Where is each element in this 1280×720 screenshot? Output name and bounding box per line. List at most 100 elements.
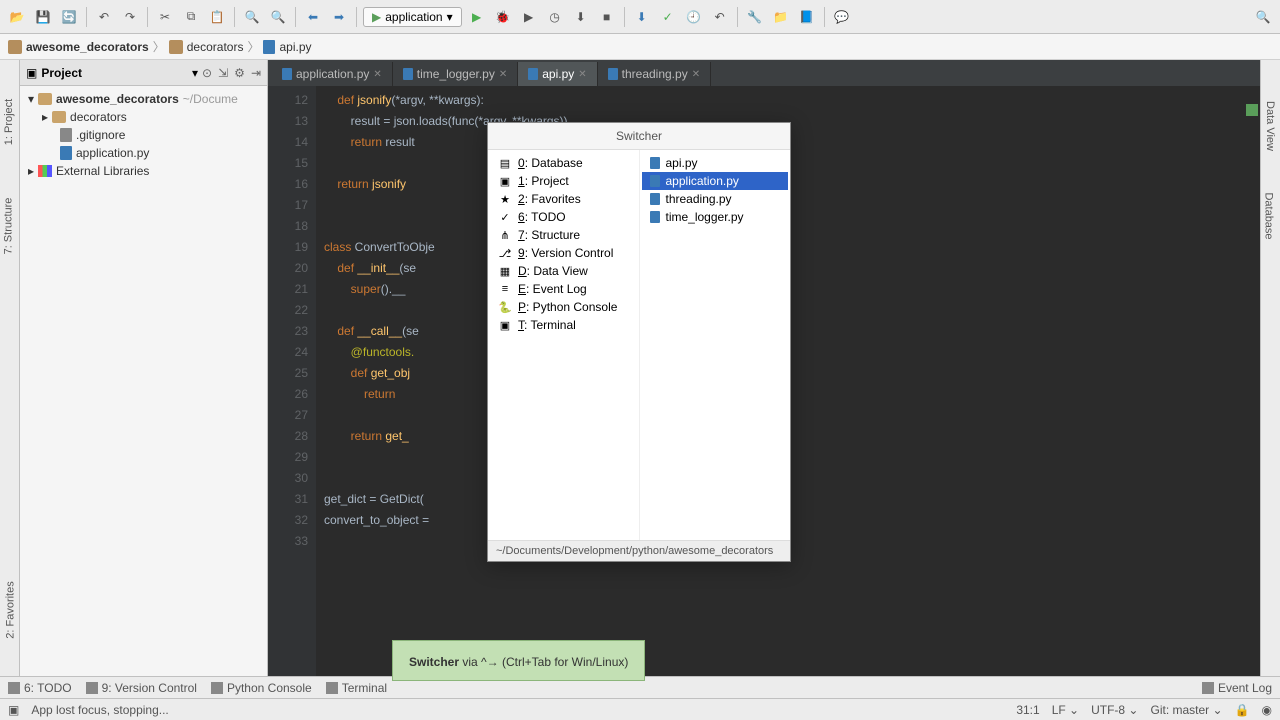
gear-icon[interactable]: ⚙ [234, 66, 245, 80]
folder-icon [38, 93, 52, 105]
stop-icon[interactable]: ■ [596, 6, 618, 28]
redo-icon[interactable]: ↷ [119, 6, 141, 28]
tool-vcs[interactable]: 9: Version Control [86, 681, 197, 695]
run-config-label: application [385, 10, 442, 24]
forward-icon[interactable]: ➡ [328, 6, 350, 28]
breadcrumb-root[interactable]: awesome_decorators [8, 40, 149, 54]
paste-icon[interactable]: 📋 [206, 6, 228, 28]
vcs-revert-icon[interactable]: ↶ [709, 6, 731, 28]
hide-icon[interactable]: ⇥ [251, 66, 261, 80]
tool-python-console[interactable]: Python Console [211, 681, 312, 695]
tooltip-rest: via ^→ (Ctrl+Tab for Win/Linux) [459, 655, 628, 669]
collapse-icon[interactable]: ⇲ [218, 66, 228, 80]
switcher-tool-terminal[interactable]: ▣T: Terminal [490, 316, 637, 334]
copy-icon[interactable]: ⧉ [180, 6, 202, 28]
open-icon[interactable]: 📂 [6, 6, 28, 28]
project-panel-header: ▣ Project ▾ ⊙ ⇲ ⚙ ⇥ [20, 60, 267, 86]
hektor-icon[interactable]: ◉ [1262, 703, 1272, 717]
cut-icon[interactable]: ✂ [154, 6, 176, 28]
tree-root[interactable]: ▾ awesome_decorators ~/Docume [24, 90, 263, 108]
expand-icon[interactable]: ▸ [42, 110, 48, 124]
breadcrumb-file[interactable]: api.py [263, 40, 311, 54]
python-file-icon [403, 68, 413, 80]
undo-icon[interactable]: ↶ [93, 6, 115, 28]
switcher-tool-structure[interactable]: ⋔7: Structure [490, 226, 637, 244]
app-icon: ▶ [372, 10, 381, 24]
project-tree[interactable]: ▾ awesome_decorators ~/Docume ▸ decorato… [20, 86, 267, 184]
switcher-tool-favorites[interactable]: ★2: Favorites [490, 190, 637, 208]
switcher-tool-event-log[interactable]: ≡E: Event Log [490, 280, 637, 298]
tree-file-application[interactable]: application.py [24, 144, 263, 162]
switcher-file-threading-py[interactable]: threading.py [642, 190, 789, 208]
status-git[interactable]: Git: master ⌄ [1150, 703, 1222, 717]
close-icon[interactable]: ✕ [373, 69, 381, 80]
switcher-tool-database[interactable]: ▤0: Database [490, 154, 637, 172]
console-icon [211, 682, 223, 694]
tab-time-logger[interactable]: time_logger.py✕ [393, 62, 518, 86]
switcher-tool-data-view[interactable]: ▦D: Data View [490, 262, 637, 280]
save-icon[interactable]: 💾 [32, 6, 54, 28]
breadcrumb-folder[interactable]: decorators [169, 40, 244, 54]
help-icon[interactable]: 💬 [831, 6, 853, 28]
vcs-update-icon[interactable]: ⬇ [631, 6, 653, 28]
switcher-file-api-py[interactable]: api.py [642, 154, 789, 172]
sdk-icon[interactable]: 📘 [796, 6, 818, 28]
scroll-icon[interactable]: ⊙ [202, 66, 212, 80]
tree-folder-decorators[interactable]: ▸ decorators [24, 108, 263, 126]
strip-favorites[interactable]: 2: Favorites [5, 581, 17, 638]
status-line-ending[interactable]: LF ⌄ [1052, 703, 1079, 717]
status-icon[interactable]: ▣ [8, 703, 19, 717]
tool-terminal[interactable]: Terminal [326, 681, 387, 695]
project-structure-icon[interactable]: 📁 [770, 6, 792, 28]
zoom-out-icon[interactable]: 🔍 [267, 6, 289, 28]
switcher-tool-version-control[interactable]: ⎇9: Version Control [490, 244, 637, 262]
expand-icon[interactable]: ▾ [28, 92, 34, 106]
search-icon[interactable]: 🔍 [1252, 6, 1274, 28]
debug-icon[interactable]: 🐞 [492, 6, 514, 28]
status-encoding[interactable]: UTF-8 ⌄ [1091, 703, 1138, 717]
main-toolbar: 📂 💾 🔄 ↶ ↷ ✂ ⧉ 📋 🔍 🔍 ⬅ ➡ ▶ application ▾ … [0, 0, 1280, 34]
python-file-icon [60, 146, 72, 160]
tab-api[interactable]: api.py✕ [518, 62, 597, 86]
vcs-commit-icon[interactable]: ✓ [657, 6, 679, 28]
profile-icon[interactable]: ◷ [544, 6, 566, 28]
strip-structure[interactable]: 7: Structure [2, 198, 14, 255]
tab-threading[interactable]: threading.py✕ [598, 62, 711, 86]
strip-database[interactable]: Database [1263, 192, 1275, 239]
strip-dataview[interactable]: Data View [1264, 101, 1276, 151]
switcher-tool-python-console[interactable]: 🐍P: Python Console [490, 298, 637, 316]
close-icon[interactable]: ✕ [499, 69, 507, 80]
run-icon[interactable]: ▶ [466, 6, 488, 28]
settings-icon[interactable]: 🔧 [744, 6, 766, 28]
switcher-file-time_logger-py[interactable]: time_logger.py [642, 208, 789, 226]
status-bar: ▣ App lost focus, stopping... 31:1 LF ⌄ … [0, 698, 1280, 720]
coverage-icon[interactable]: ▶ [518, 6, 540, 28]
switcher-tool-todo[interactable]: ✓6: TODO [490, 208, 637, 226]
tool-event-log[interactable]: Event Log [1202, 681, 1272, 695]
lock-icon[interactable]: 🔒 [1235, 703, 1250, 717]
sync-icon[interactable]: 🔄 [58, 6, 80, 28]
right-tool-strip: Data View Database [1260, 60, 1280, 676]
vcs-icon [86, 682, 98, 694]
status-position[interactable]: 31:1 [1016, 703, 1039, 717]
run-config-combo[interactable]: ▶ application ▾ [363, 7, 462, 27]
zoom-in-icon[interactable]: 🔍 [241, 6, 263, 28]
tree-external-libraries[interactable]: ▸ External Libraries [24, 162, 263, 180]
close-icon[interactable]: ✕ [692, 69, 700, 80]
event-log-icon [1202, 682, 1214, 694]
close-icon[interactable]: ✕ [578, 69, 586, 80]
strip-project[interactable]: 1: Project [3, 99, 15, 145]
switcher-tool-windows: ▤0: Database▣1: Project★2: Favorites✓6: … [488, 150, 640, 540]
switcher-tool-project[interactable]: ▣1: Project [490, 172, 637, 190]
switcher-files: api.pyapplication.pythreading.pytime_log… [640, 150, 791, 540]
switcher-file-application-py[interactable]: application.py [642, 172, 789, 190]
folder-icon [169, 40, 183, 54]
tab-application[interactable]: application.py✕ [272, 62, 393, 86]
chevron-down-icon[interactable]: ▾ [192, 66, 198, 80]
tool-todo[interactable]: 6: TODO [8, 681, 72, 695]
tree-file-gitignore[interactable]: .gitignore [24, 126, 263, 144]
vcs-history-icon[interactable]: 🕘 [683, 6, 705, 28]
expand-icon[interactable]: ▸ [28, 164, 34, 178]
back-icon[interactable]: ⬅ [302, 6, 324, 28]
attach-icon[interactable]: ⬇ [570, 6, 592, 28]
